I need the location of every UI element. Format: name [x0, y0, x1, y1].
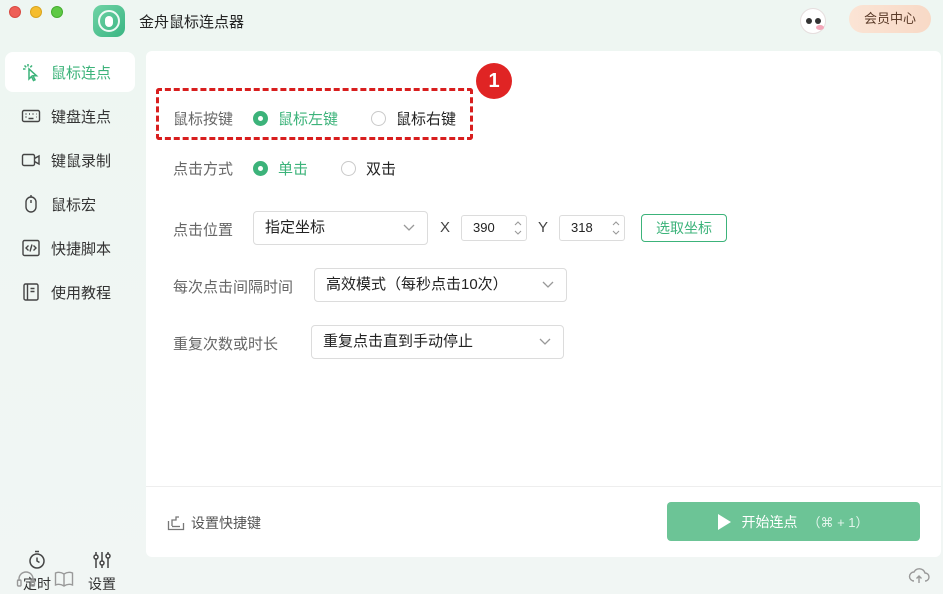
chevron-down-icon — [403, 224, 415, 231]
sidebar: 鼠标连点 键盘连点 键鼠录制 鼠标宏 快捷脚本 使用教程 定时 设置 — [0, 50, 140, 592]
cloud-upload-icon[interactable] — [908, 566, 930, 586]
x-coordinate-value: 390 — [473, 220, 495, 235]
radio-label: 双击 — [366, 161, 397, 178]
interval-select[interactable]: 高效模式（每秒点击10次） — [314, 268, 567, 302]
sidebar-item-label: 鼠标宏 — [51, 196, 97, 214]
radio-label: 单击 — [278, 161, 309, 178]
footer-icons — [16, 570, 74, 588]
start-label: 开始连点 — [741, 513, 798, 530]
radio-double-click[interactable]: 双击 — [341, 158, 396, 179]
hotkey-label: 设置快捷键 — [191, 515, 261, 531]
code-script-icon — [21, 238, 41, 258]
sidebar-item-record[interactable]: 键鼠录制 — [5, 140, 135, 180]
interval-label: 每次点击间隔时间 — [173, 279, 294, 296]
app-title: 金舟鼠标连点器 — [139, 14, 245, 31]
position-mode-value: 指定坐标 — [265, 219, 326, 236]
x-coordinate-input[interactable]: 390 — [461, 215, 527, 241]
interval-value: 高效模式（每秒点击10次） — [326, 276, 508, 293]
timer-icon — [29, 550, 45, 569]
start-shortcut: （⌘ + 1） — [807, 515, 869, 530]
hotkey-icon — [167, 516, 185, 531]
chevron-down-icon — [539, 338, 551, 345]
radio-circle-icon — [253, 161, 268, 176]
user-avatar[interactable] — [800, 8, 826, 34]
divider — [146, 486, 941, 487]
repeat-value: 重复点击直到手动停止 — [323, 333, 474, 350]
pick-coordinate-button[interactable]: 选取坐标 — [641, 214, 727, 242]
open-book-icon[interactable] — [54, 570, 74, 588]
start-clicking-button[interactable]: 开始连点 （⌘ + 1） — [667, 502, 920, 541]
minimize-window-button[interactable] — [30, 6, 42, 18]
video-record-icon — [21, 150, 41, 170]
settings-label: 设置 — [88, 576, 116, 592]
set-hotkey-button[interactable]: 设置快捷键 — [167, 513, 261, 533]
settings-button[interactable]: 设置 — [82, 550, 122, 594]
sidebar-item-script[interactable]: 快捷脚本 — [5, 228, 135, 268]
sidebar-item-mouse-click[interactable]: 鼠标连点 — [5, 52, 135, 92]
y-coordinate-value: 318 — [571, 220, 593, 235]
repeat-label: 重复次数或时长 — [173, 336, 279, 353]
sidebar-item-label: 使用教程 — [51, 284, 112, 302]
sidebar-item-mouse-macro[interactable]: 鼠标宏 — [5, 184, 135, 224]
sidebar-item-label: 键鼠录制 — [51, 152, 112, 170]
app-logo-icon — [93, 5, 125, 37]
keyboard-icon — [21, 106, 41, 126]
chevron-down-icon — [542, 281, 554, 288]
stepper-icon[interactable] — [513, 218, 523, 238]
y-axis-label: Y — [538, 219, 549, 236]
maximize-window-button[interactable] — [51, 6, 63, 18]
mouse-icon — [21, 194, 41, 214]
book-icon — [21, 282, 41, 302]
sliders-icon — [93, 552, 111, 568]
click-type-label: 点击方式 — [173, 161, 234, 178]
main-panel: 鼠标按键 鼠标左键 鼠标右键 1 点击方式 单击 双击 点击位置 指定坐标 X … — [146, 51, 941, 557]
headset-icon[interactable] — [16, 570, 36, 588]
highlight-box — [156, 88, 473, 140]
y-coordinate-input[interactable]: 318 — [559, 215, 625, 241]
radio-circle-icon — [341, 161, 356, 176]
mouse-click-icon — [21, 62, 41, 82]
stepper-icon[interactable] — [611, 218, 621, 238]
vip-center-button[interactable]: 会员中心 — [849, 5, 931, 33]
sidebar-item-label: 快捷脚本 — [51, 240, 112, 258]
radio-single-click[interactable]: 单击 — [253, 158, 308, 179]
sidebar-item-label: 键盘连点 — [51, 108, 112, 126]
repeat-select[interactable]: 重复点击直到手动停止 — [311, 325, 564, 359]
play-icon — [718, 513, 732, 530]
step-badge: 1 — [476, 63, 512, 99]
close-window-button[interactable] — [9, 6, 21, 18]
x-axis-label: X — [440, 219, 451, 236]
position-mode-select[interactable]: 指定坐标 — [253, 211, 428, 245]
sidebar-item-keyboard-click[interactable]: 键盘连点 — [5, 96, 135, 136]
sidebar-item-tutorial[interactable]: 使用教程 — [5, 272, 135, 312]
sidebar-item-label: 鼠标连点 — [51, 64, 112, 82]
title-bar: 金舟鼠标连点器 会员中心 — [0, 0, 943, 40]
click-position-label: 点击位置 — [173, 222, 234, 239]
